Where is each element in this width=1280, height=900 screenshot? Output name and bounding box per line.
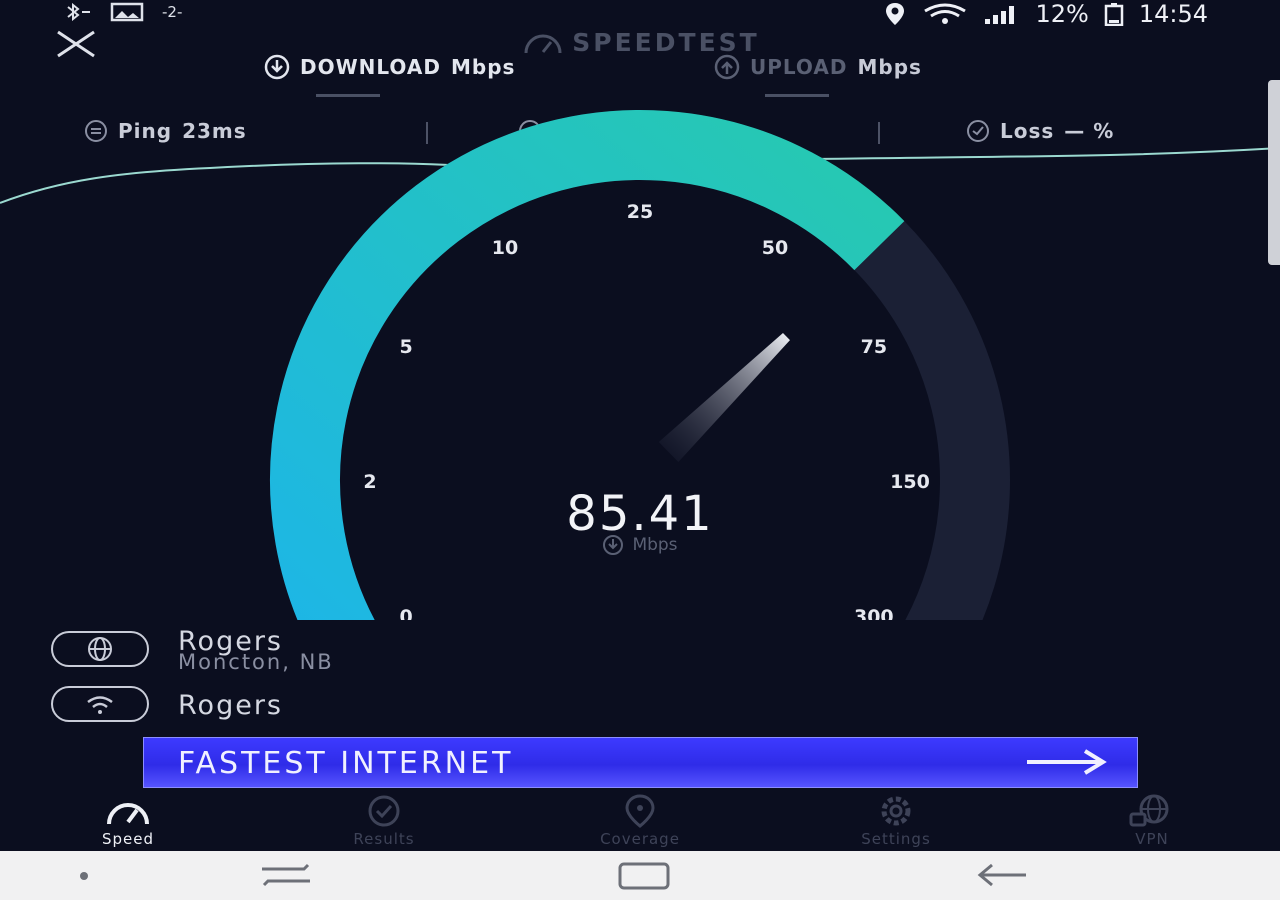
wifi-icon <box>87 696 113 714</box>
gauge-needle <box>658 332 790 463</box>
gauge-scale-label: 150 <box>890 471 930 493</box>
gear-icon <box>881 796 911 826</box>
isp-globe-button[interactable] <box>51 631 149 667</box>
banner-text: FASTEST INTERNET <box>178 746 514 781</box>
gauge-scale-label: 10 <box>492 237 518 259</box>
speedometer-icon <box>107 803 149 825</box>
nav-coverage[interactable]: Coverage <box>565 794 715 848</box>
nav-results-label: Results <box>353 830 415 848</box>
gauge-scale-label: 25 <box>627 201 653 223</box>
network-wifi-button[interactable] <box>51 686 149 722</box>
gauge-needle-shape <box>658 332 790 463</box>
nav-dot-button[interactable] <box>72 867 96 889</box>
gauge-scale-label: 75 <box>861 336 887 358</box>
nav-settings[interactable]: Settings <box>821 794 971 848</box>
speed-unit: Mbps <box>440 534 840 556</box>
recent-apps-button[interactable] <box>258 859 314 895</box>
download-icon <box>603 535 624 555</box>
nav-speed-label: Speed <box>101 830 155 848</box>
check-circle-icon <box>368 795 400 827</box>
gauge-scale-label: 50 <box>762 237 788 259</box>
speed-unit-label: Mbps <box>632 535 678 555</box>
home-button[interactable] <box>612 859 674 895</box>
gauge-scale-label: 5 <box>400 336 413 358</box>
arrow-right-icon <box>1027 749 1107 775</box>
back-button[interactable] <box>972 859 1030 895</box>
isp-location: Moncton, NB <box>178 650 334 674</box>
nav-coverage-label: Coverage <box>600 830 680 848</box>
location-pin-icon <box>625 794 655 828</box>
gauge-scale-label: 2 <box>363 471 376 493</box>
fastest-internet-banner[interactable]: FASTEST INTERNET <box>143 737 1138 788</box>
recent-apps-icon <box>262 863 310 887</box>
globe-lock-icon <box>1129 794 1169 827</box>
nav-vpn-label: VPN <box>1135 830 1169 848</box>
nav-settings-label: Settings <box>861 830 931 848</box>
nav-vpn[interactable]: VPN <box>1077 794 1227 848</box>
gauge-scale-label: 300 <box>854 606 894 620</box>
system-nav-bar <box>0 851 1280 900</box>
scrollbar-thumb[interactable] <box>1268 80 1280 265</box>
dot-icon <box>80 872 88 880</box>
nav-results[interactable]: Results <box>309 794 459 848</box>
home-square-icon <box>618 862 670 890</box>
globe-icon <box>88 637 112 661</box>
gauge-scale-label: 0 <box>400 606 413 620</box>
back-arrow-icon <box>977 863 1026 887</box>
network-name: Rogers <box>178 690 283 721</box>
nav-speed[interactable]: Speed <box>53 794 203 848</box>
